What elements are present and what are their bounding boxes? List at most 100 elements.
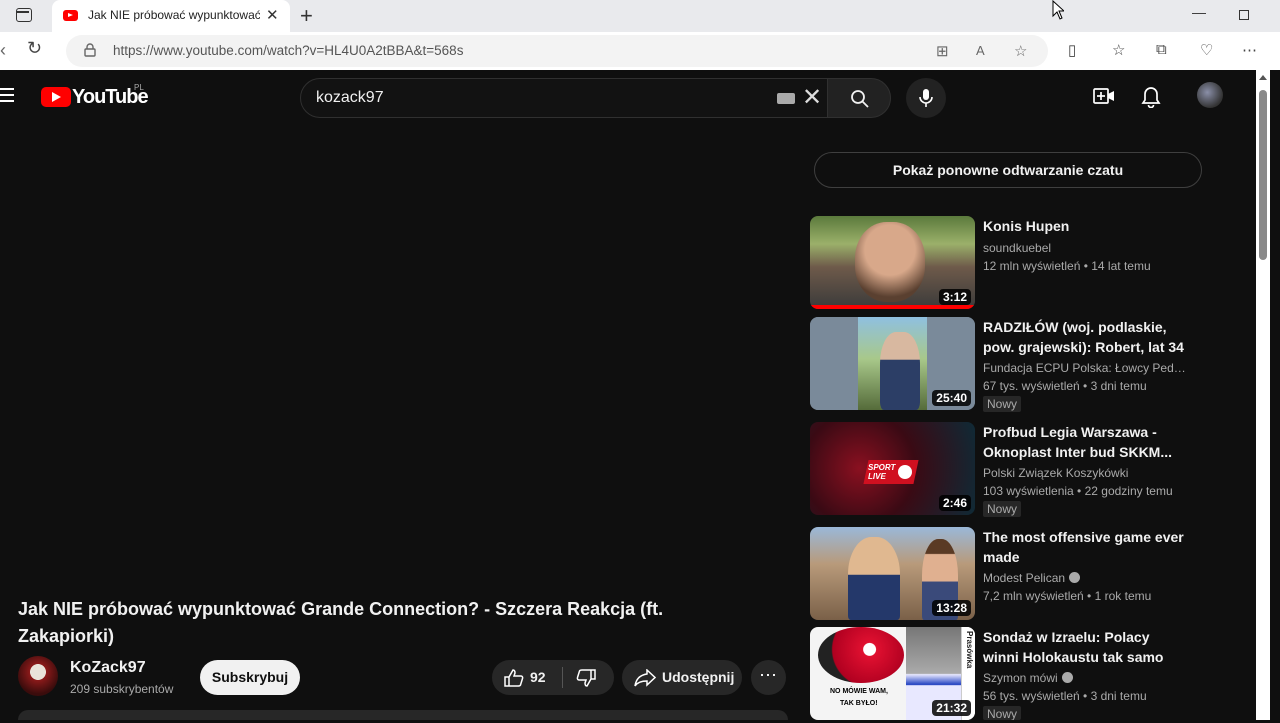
new-tab-icon[interactable]: + <box>300 3 313 29</box>
like-count: 92 <box>530 669 546 685</box>
mouse-cursor-icon <box>1052 0 1064 20</box>
browser-address-bar: ‹ ↻ https://www.youtube.com/watch?v=HL4U… <box>0 32 1280 70</box>
view-count: 67 tys. wyświetleń <box>983 379 1080 393</box>
video-thumbnail[interactable]: 13:28 <box>810 527 975 620</box>
recommendation-item[interactable]: 25:40 RADZIŁÓW (woj. podlaskie, pow. gra… <box>810 317 1210 413</box>
favorites-icon[interactable]: ☆ <box>1112 41 1125 59</box>
create-video-icon[interactable] <box>1093 87 1115 105</box>
recommendation-meta: 7,2 mln wyświetleń • 1 rok temu <box>983 589 1152 603</box>
recommendation-item[interactable]: 13:28 The most offensive game ever made … <box>810 527 1210 623</box>
video-thumbnail[interactable]: 3:12 <box>810 216 975 309</box>
recommendation-title[interactable]: RADZIŁÓW (woj. podlaskie, pow. grajewski… <box>983 317 1188 357</box>
hamburger-menu-icon[interactable] <box>0 88 14 102</box>
verified-icon <box>1069 572 1081 583</box>
notifications-bell-icon[interactable] <box>1141 86 1161 108</box>
video-title: Jak NIE próbować wypunktować Grande Conn… <box>18 599 664 646</box>
voice-search-button[interactable] <box>906 78 946 118</box>
new-badge: Nowy <box>983 706 1022 720</box>
collections-icon[interactable]: ⧉ <box>1156 41 1167 58</box>
url-field[interactable]: https://www.youtube.com/watch?v=HL4U0A2t… <box>66 35 1048 67</box>
search-button[interactable] <box>827 78 891 118</box>
youtube-favicon-icon <box>63 10 78 21</box>
recommendation-channel[interactable]: Szymon mówi <box>983 671 1188 685</box>
new-badge: Nowy <box>983 396 1022 412</box>
watched-progress-bar <box>810 305 975 309</box>
video-thumbnail[interactable]: Prasówka NO MÓWIE WAM, TAK BYŁO! 21:32 <box>810 627 975 720</box>
video-thumbnail[interactable]: SPORT LIVE 2:46 <box>810 422 975 515</box>
play-icon <box>898 465 912 479</box>
minimize-icon[interactable]: — <box>1192 4 1206 20</box>
like-icon[interactable] <box>504 669 524 687</box>
channel-name-text: Modest Pelican <box>983 571 1066 585</box>
search-input[interactable]: kozack97 ✕ <box>300 78 828 118</box>
like-divider <box>562 667 563 688</box>
recommendation-item[interactable]: SPORT LIVE 2:46 Profbud Legia Warszawa -… <box>810 422 1210 518</box>
view-count: 103 wyświetlenia <box>983 484 1074 498</box>
channel-avatar[interactable] <box>18 656 58 696</box>
recommendation-title[interactable]: Konis Hupen <box>983 216 1188 236</box>
recommendation-title[interactable]: Sondaż w Izraelu: Polacy winni Holokaust… <box>983 627 1188 667</box>
refresh-icon[interactable]: ↻ <box>27 38 42 59</box>
recommendation-channel[interactable]: Fundacja ECPU Polska: Łowcy Pedo... <box>983 361 1188 375</box>
recommendation-title[interactable]: The most offensive game ever made <box>983 527 1188 567</box>
upload-age: 22 godziny temu <box>1084 484 1173 498</box>
share-icon <box>634 669 656 687</box>
microphone-icon <box>919 89 933 107</box>
read-aloud-icon[interactable]: A <box>976 43 985 58</box>
app-available-icon[interactable]: ⊞ <box>936 42 949 60</box>
dislike-icon[interactable] <box>576 669 596 687</box>
video-duration: 2:46 <box>938 495 971 511</box>
tab-close-icon[interactable]: ✕ <box>266 6 279 24</box>
show-chat-replay-button[interactable]: Pokaż ponowne odtwarzanie czatu <box>814 152 1202 188</box>
description-box[interactable] <box>18 710 788 720</box>
recommendation-meta: 103 wyświetlenia • 22 godziny temu <box>983 484 1173 498</box>
like-dislike-group: 92 <box>492 660 614 695</box>
clear-search-icon[interactable]: ✕ <box>802 83 822 112</box>
recommendation-channel[interactable]: Modest Pelican <box>983 571 1188 585</box>
recommendation-channel[interactable]: Polski Związek Koszykówki <box>983 466 1188 480</box>
view-count: 12 mln wyświetleń <box>983 259 1081 273</box>
video-duration: 21:32 <box>932 700 971 716</box>
view-count: 7,2 mln wyświetleń <box>983 589 1084 603</box>
recommendation-item[interactable]: 3:12 Konis Hupen soundkuebel 12 mln wyśw… <box>810 216 1210 312</box>
restore-icon[interactable] <box>1239 10 1249 20</box>
split-screen-icon[interactable]: ▯ <box>1068 41 1076 59</box>
scroll-up-icon[interactable] <box>1259 75 1267 80</box>
channel-name-text: Szymon mówi <box>983 671 1058 685</box>
recommendation-title[interactable]: Profbud Legia Warszawa - Oknoplast Inter… <box>983 422 1188 462</box>
meme-caption-2: TAK BYŁO! <box>840 700 878 707</box>
extensions-icon[interactable]: ♡ <box>1200 41 1213 59</box>
keyboard-icon[interactable] <box>777 93 795 104</box>
new-badge: Nowy <box>983 501 1022 517</box>
subscribe-button[interactable]: Subskrybuj <box>200 660 300 695</box>
favorite-star-icon[interactable]: ☆ <box>1014 42 1027 60</box>
channel-name[interactable]: KoZack97 <box>70 659 146 677</box>
menu-dots-icon[interactable]: ⋯ <box>1242 41 1257 59</box>
browser-tab-bar: Jak NIE próbować wypunktować ✕ + — <box>0 0 1280 32</box>
prasowka-label: Prasówka <box>965 631 974 669</box>
youtube-logo-icon[interactable] <box>41 87 71 107</box>
sport-label: SPORT <box>868 463 896 472</box>
video-thumbnail[interactable]: 25:40 <box>810 317 975 410</box>
video-player[interactable] <box>0 126 790 586</box>
browser-tab[interactable]: Jak NIE próbować wypunktować ✕ <box>52 0 290 32</box>
video-duration: 25:40 <box>932 390 971 406</box>
share-button[interactable]: Udostępnij <box>622 660 742 695</box>
video-duration: 13:28 <box>932 600 971 616</box>
recommendation-item[interactable]: Prasówka NO MÓWIE WAM, TAK BYŁO! 21:32 S… <box>810 627 1210 723</box>
meme-caption-1: NO MÓWIE WAM, <box>830 688 888 695</box>
scroll-thumb[interactable] <box>1259 90 1267 260</box>
country-code: PL <box>134 83 144 92</box>
account-avatar[interactable] <box>1197 82 1223 108</box>
page-scrollbar[interactable] <box>1256 70 1270 720</box>
youtube-header: YouTube PL kozack97 ✕ <box>0 70 1256 126</box>
upload-age: 1 rok temu <box>1094 589 1152 603</box>
recommendation-channel[interactable]: soundkuebel <box>983 241 1188 255</box>
share-label: Udostępnij <box>662 669 735 685</box>
more-actions-button[interactable]: ⋯ <box>751 660 786 695</box>
tab-actions-icon[interactable] <box>16 8 32 22</box>
back-icon[interactable]: ‹ <box>0 40 6 61</box>
lock-icon <box>84 43 96 57</box>
url-text: https://www.youtube.com/watch?v=HL4U0A2t… <box>113 43 464 58</box>
subscriber-count: 209 subskrybentów <box>70 682 174 696</box>
